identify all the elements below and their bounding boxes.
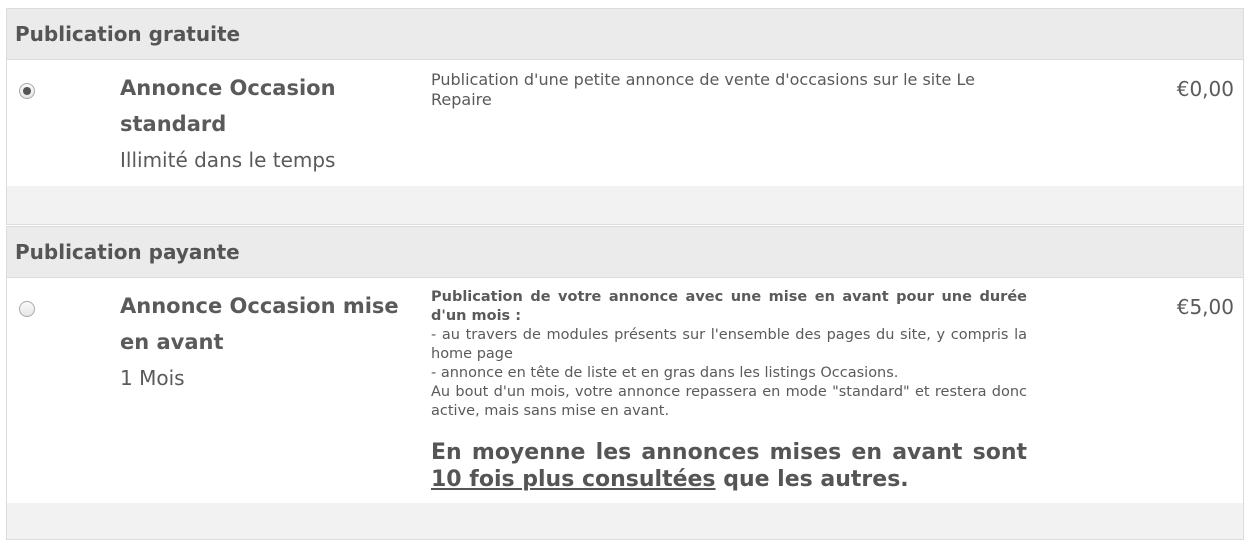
- option-row-featured[interactable]: Annonce Occasion mise en avant 1 Mois Pu…: [7, 278, 1243, 503]
- highlight-text: En moyenne les annonces mises en avant s…: [431, 440, 1027, 465]
- option-price: €5,00: [1176, 295, 1234, 319]
- option-name-column: Annonce Occasion standard Illimité dans …: [120, 70, 415, 178]
- option-name: Annonce Occasion standard: [120, 76, 336, 136]
- radio-standard[interactable]: [19, 83, 35, 99]
- paid-publication-panel: Publication payante Annonce Occasion mis…: [6, 226, 1244, 540]
- description-line: - au travers de modules présents sur l'e…: [431, 327, 1027, 362]
- highlight-underlined: 10 fois plus consultées: [431, 467, 716, 492]
- description-line: - annonce en tête de liste et en gras da…: [431, 365, 899, 381]
- option-price: €0,00: [1176, 77, 1234, 101]
- option-description: Publication de votre annonce avec une mi…: [431, 288, 1027, 493]
- highlight-text-end: que les autres.: [715, 467, 909, 492]
- description-intro: Publication de votre annonce avec une mi…: [431, 289, 1027, 324]
- option-description: Publication d'une petite annonce de vent…: [431, 70, 975, 109]
- section-header-paid: Publication payante: [7, 227, 1243, 278]
- featured-highlight: En moyenne les annonces mises en avant s…: [431, 439, 1027, 493]
- option-row-standard[interactable]: Annonce Occasion standard Illimité dans …: [7, 60, 1243, 186]
- option-name: Annonce Occasion mise en avant: [120, 294, 399, 354]
- option-duration: Illimité dans le temps: [120, 148, 336, 172]
- free-publication-panel: Publication gratuite Annonce Occasion st…: [6, 8, 1244, 225]
- section-header-free: Publication gratuite: [7, 9, 1243, 60]
- option-duration: 1 Mois: [120, 366, 185, 390]
- description-line: Au bout d'un mois, votre annonce repasse…: [431, 384, 1027, 419]
- radio-featured[interactable]: [19, 301, 35, 317]
- option-name-column: Annonce Occasion mise en avant 1 Mois: [120, 288, 415, 396]
